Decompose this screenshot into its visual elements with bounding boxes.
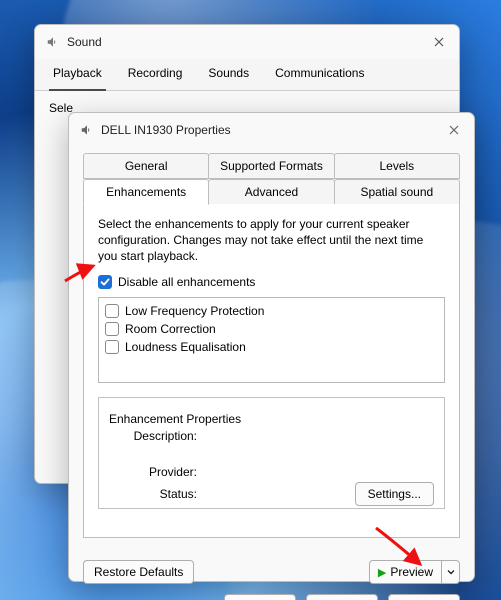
- preview-dropdown[interactable]: [441, 561, 459, 583]
- cancel-button[interactable]: Cancel: [306, 594, 378, 600]
- disable-all-row[interactable]: Disable all enhancements: [98, 275, 445, 289]
- option-loudness-eq[interactable]: Loudness Equalisation: [105, 338, 438, 356]
- tab-levels[interactable]: Levels: [334, 153, 460, 179]
- chevron-down-icon: [447, 568, 455, 576]
- tab-recording[interactable]: Recording: [124, 59, 187, 90]
- option-label: Room Correction: [125, 322, 216, 336]
- sound-tab-bar: Playback Recording Sounds Communications: [35, 59, 459, 91]
- enhancement-properties-group: Enhancement Properties Description: Prov…: [98, 397, 445, 509]
- settings-button[interactable]: Settings...: [355, 482, 434, 506]
- close-icon[interactable]: [425, 28, 453, 56]
- sound-titlebar: Sound: [35, 25, 459, 59]
- tab-supported-formats[interactable]: Supported Formats: [208, 153, 334, 179]
- status-label: Status:: [109, 487, 203, 501]
- close-icon[interactable]: [440, 116, 468, 144]
- checkbox-icon[interactable]: [105, 340, 119, 354]
- disable-all-label: Disable all enhancements: [118, 275, 255, 289]
- checkbox-icon[interactable]: [105, 304, 119, 318]
- enhancements-description: Select the enhancements to apply for you…: [98, 216, 445, 265]
- apply-button[interactable]: Apply: [388, 594, 460, 600]
- preview-button[interactable]: ▶ Preview: [370, 561, 441, 583]
- props-titlebar: DELL IN1930 Properties: [69, 113, 474, 147]
- enhancements-page: Select the enhancements to apply for you…: [83, 204, 460, 538]
- group-legend: Enhancement Properties: [109, 412, 241, 426]
- speaker-icon: [79, 122, 95, 138]
- props-tabstrip: General Supported Formats Levels Enhance…: [83, 153, 460, 205]
- tab-spatial-sound[interactable]: Spatial sound: [334, 179, 460, 205]
- restore-defaults-button[interactable]: Restore Defaults: [83, 560, 194, 584]
- option-label: Loudness Equalisation: [125, 340, 246, 354]
- provider-label: Provider:: [109, 465, 203, 479]
- tab-sounds[interactable]: Sounds: [204, 59, 253, 90]
- ok-button[interactable]: OK: [224, 594, 296, 600]
- tab-enhancements[interactable]: Enhancements: [83, 179, 209, 205]
- tab-playback[interactable]: Playback: [49, 59, 106, 91]
- option-label: Low Frequency Protection: [125, 304, 264, 318]
- preview-split-button[interactable]: ▶ Preview: [369, 560, 460, 584]
- disable-all-checkbox[interactable]: [98, 275, 112, 289]
- checkbox-icon[interactable]: [105, 322, 119, 336]
- speaker-icon: [45, 34, 61, 50]
- description-label: Description:: [109, 429, 203, 443]
- tab-communications[interactable]: Communications: [271, 59, 368, 90]
- sound-title: Sound: [67, 35, 425, 49]
- tab-advanced[interactable]: Advanced: [208, 179, 334, 205]
- option-low-frequency[interactable]: Low Frequency Protection: [105, 302, 438, 320]
- device-properties-window: DELL IN1930 Properties General Supported…: [68, 112, 475, 582]
- play-icon: ▶: [378, 566, 386, 579]
- option-room-correction[interactable]: Room Correction: [105, 320, 438, 338]
- preview-label: Preview: [390, 565, 433, 579]
- props-title: DELL IN1930 Properties: [101, 123, 440, 137]
- tab-general[interactable]: General: [83, 153, 209, 179]
- enhancements-list: Low Frequency Protection Room Correction…: [98, 297, 445, 383]
